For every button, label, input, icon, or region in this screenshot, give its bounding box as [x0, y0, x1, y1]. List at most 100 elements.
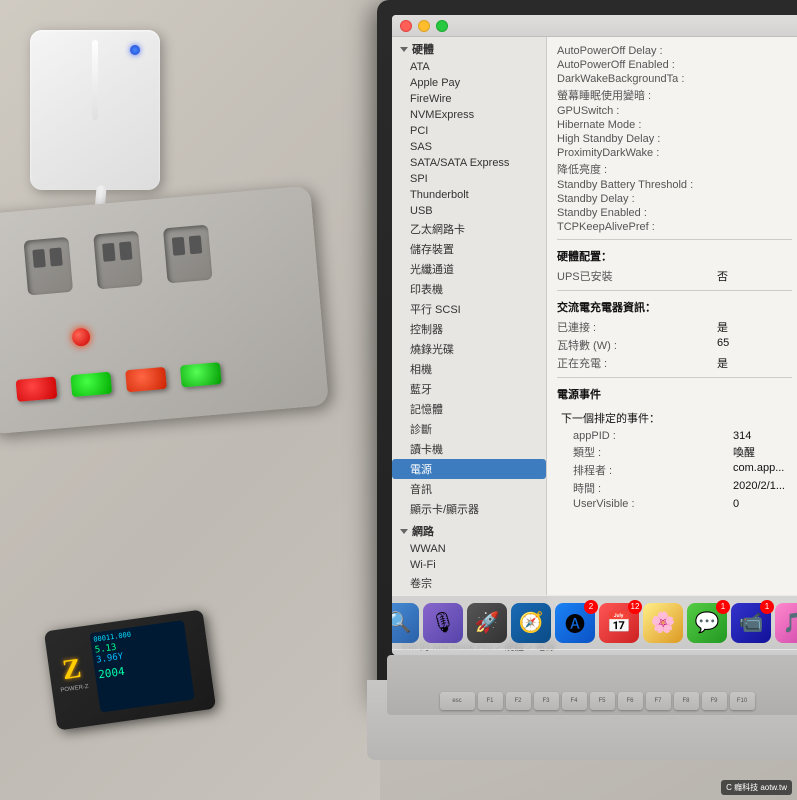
sidebar-item-bluetooth[interactable]: 藍牙 [392, 379, 546, 399]
sidebar-item-ethernet[interactable]: 乙太網路卡 [392, 219, 546, 239]
meter-z-logo: Z [60, 653, 83, 687]
dock-icon-appstore[interactable]: 🅐 2 [555, 603, 595, 643]
content-row-hibernate: Hibernate Mode : [557, 119, 792, 131]
key-f5[interactable]: F5 [590, 692, 615, 710]
power-strip [0, 186, 329, 435]
content-row-standby-delay: Standby Delay : [557, 193, 792, 205]
key-tcpkeepalive: TCPKeepAlivePref : [557, 221, 717, 233]
dock-icon-itunes[interactable]: 🎵 [775, 603, 797, 643]
content-row-type: 類型 : 喚醒 [557, 444, 792, 460]
laptop-body: esc F1 F2 F3 F4 F5 F6 F7 F8 F9 F10 [367, 680, 797, 760]
key-f2[interactable]: F2 [506, 692, 531, 710]
watermark: C 癮科技 aotw.tw [721, 780, 792, 795]
sidebar-item-thunderbolt[interactable]: Thunderbolt [392, 187, 546, 203]
sidebar-item-fiber[interactable]: 光纖通道 [392, 259, 546, 279]
sidebar-item-audio[interactable]: 音訊 [392, 479, 546, 499]
sidebar-item-power[interactable]: 電源 [392, 459, 546, 479]
close-button[interactable] [400, 20, 412, 32]
dock-icon-launchpad[interactable]: 🚀 [467, 603, 507, 643]
key-f8[interactable]: F8 [674, 692, 699, 710]
outlet-3 [163, 225, 213, 284]
safari-icon: 🧭 [519, 610, 544, 635]
switch-red-1 [16, 376, 58, 401]
sidebar-item-diagnostics[interactable]: 診斷 [392, 419, 546, 439]
key-uservisible: UserVisible : [573, 498, 733, 510]
network-triangle-icon [400, 529, 408, 534]
sidebar-item-wifi[interactable]: Wi-Fi [392, 557, 546, 573]
calendar-icon: 📅 [607, 610, 632, 635]
calendar-badge: 12 [628, 600, 642, 614]
content-row-apppid: appPID : 314 [557, 430, 792, 442]
background-photo: Z POWER-Z 00011.000 5.13 3.96Y 2004 [0, 0, 797, 800]
key-high-standby: High Standby Delay : [557, 133, 717, 145]
sidebar-item-apple-pay[interactable]: Apple Pay [392, 75, 546, 91]
sidebar-network-label: 網路 [412, 523, 434, 539]
key-charging: 正在充電 : [557, 355, 717, 371]
sidebar-item-firewire[interactable]: FireWire [392, 91, 546, 107]
laptop-screen-outer: 硬體 ATA Apple Pay FireWire NVMExpress PCI… [377, 0, 797, 700]
hardware-config-title: 硬體配置： [557, 248, 792, 264]
sidebar-item-display[interactable]: 顯示卡/顯示器 [392, 499, 546, 519]
sidebar-item-memory[interactable]: 記憶體 [392, 399, 546, 419]
minimize-button[interactable] [418, 20, 430, 32]
content-row-time: 時間 : 2020/2/1... [557, 480, 792, 496]
next-event-title: 下一個排定的事件： [557, 410, 792, 426]
sidebar-item-card-reader[interactable]: 讀卡機 [392, 439, 546, 459]
key-standby-enabled: Standby Enabled : [557, 207, 717, 219]
key-f10[interactable]: F10 [730, 692, 755, 710]
sidebar-item-storage[interactable]: 儲存裝置 [392, 239, 546, 259]
key-f3[interactable]: F3 [534, 692, 559, 710]
key-autopoweroff-delay: AutoPowerOff Delay : [557, 45, 717, 57]
key-f4[interactable]: F4 [562, 692, 587, 710]
sidebar-item-volume[interactable]: 卷宗 [392, 573, 546, 593]
dock-icon-safari[interactable]: 🧭 [511, 603, 551, 643]
dock-icon-siri[interactable]: 🎙 [423, 603, 463, 643]
window-titlebar [392, 15, 797, 37]
sidebar-item-parallel-scsi[interactable]: 平行 SCSI [392, 299, 546, 319]
sidebar-item-wwan[interactable]: WWAN [392, 541, 546, 557]
maximize-button[interactable] [436, 20, 448, 32]
key-connected: 已連接 : [557, 319, 717, 335]
messages-icon: 💬 [695, 610, 720, 635]
key-brightness: 降低亮度 : [557, 161, 717, 177]
sidebar-item-camera[interactable]: 相機 [392, 359, 546, 379]
sidebar-item-nvmexpress[interactable]: NVMExpress [392, 107, 546, 123]
key-f7[interactable]: F7 [646, 692, 671, 710]
key-f1[interactable]: F1 [478, 692, 503, 710]
sidebar-item-burner[interactable]: 燒錄光碟 [392, 339, 546, 359]
key-hibernate: Hibernate Mode : [557, 119, 717, 131]
dock-icon-finder[interactable]: 🔍 [392, 603, 419, 643]
sidebar-item-usb[interactable]: USB [392, 203, 546, 219]
dock-icon-photos[interactable]: 🌸 [643, 603, 683, 643]
key-screen-dim: 螢幕睡眠使用變暗 : [557, 87, 717, 103]
key-proximity: ProximityDarkWake : [557, 147, 717, 159]
laptop: 硬體 ATA Apple Pay FireWire NVMExpress PCI… [337, 0, 797, 800]
divider-2 [557, 290, 792, 291]
keyboard-area: esc F1 F2 F3 F4 F5 F6 F7 F8 F9 F10 [387, 655, 797, 715]
sidebar-hardware-label: 硬體 [412, 41, 434, 57]
key-gpuswitch: GPUSwitch : [557, 105, 717, 117]
dock-icon-messages[interactable]: 💬 1 [687, 603, 727, 643]
window-content: 硬體 ATA Apple Pay FireWire NVMExpress PCI… [392, 37, 797, 635]
power-strip-area: Z POWER-Z 00011.000 5.13 3.96Y 2004 [0, 0, 380, 800]
power-meter-device: Z POWER-Z 00011.000 5.13 3.96Y 2004 [44, 609, 216, 730]
key-type: 類型 : [573, 444, 733, 460]
dock-icon-calendar[interactable]: 📅 12 [599, 603, 639, 643]
siri-icon: 🎙 [430, 610, 455, 635]
content-row-tcpkeepalive: TCPKeepAlivePref : [557, 221, 792, 233]
key-f6[interactable]: F6 [618, 692, 643, 710]
meter-screen: 00011.000 5.13 3.96Y 2004 [89, 620, 194, 712]
sidebar-item-sas[interactable]: SAS [392, 139, 546, 155]
key-f9[interactable]: F9 [702, 692, 727, 710]
dock-icon-facetime[interactable]: 📹 1 [731, 603, 771, 643]
content-row-charging: 正在充電 : 是 [557, 355, 792, 371]
sidebar-item-pci[interactable]: PCI [392, 123, 546, 139]
sidebar-item-controller[interactable]: 控制器 [392, 319, 546, 339]
content-panel: AutoPowerOff Delay : AutoPowerOff Enable… [547, 37, 797, 635]
sidebar-item-ata[interactable]: ATA [392, 59, 546, 75]
sidebar-item-spi[interactable]: SPI [392, 171, 546, 187]
key-esc[interactable]: esc [440, 692, 475, 710]
sidebar-item-printer[interactable]: 印表機 [392, 279, 546, 299]
sidebar-item-sata[interactable]: SATA/SATA Express [392, 155, 546, 171]
content-row-screen-dim: 螢幕睡眠使用變暗 : [557, 87, 792, 103]
